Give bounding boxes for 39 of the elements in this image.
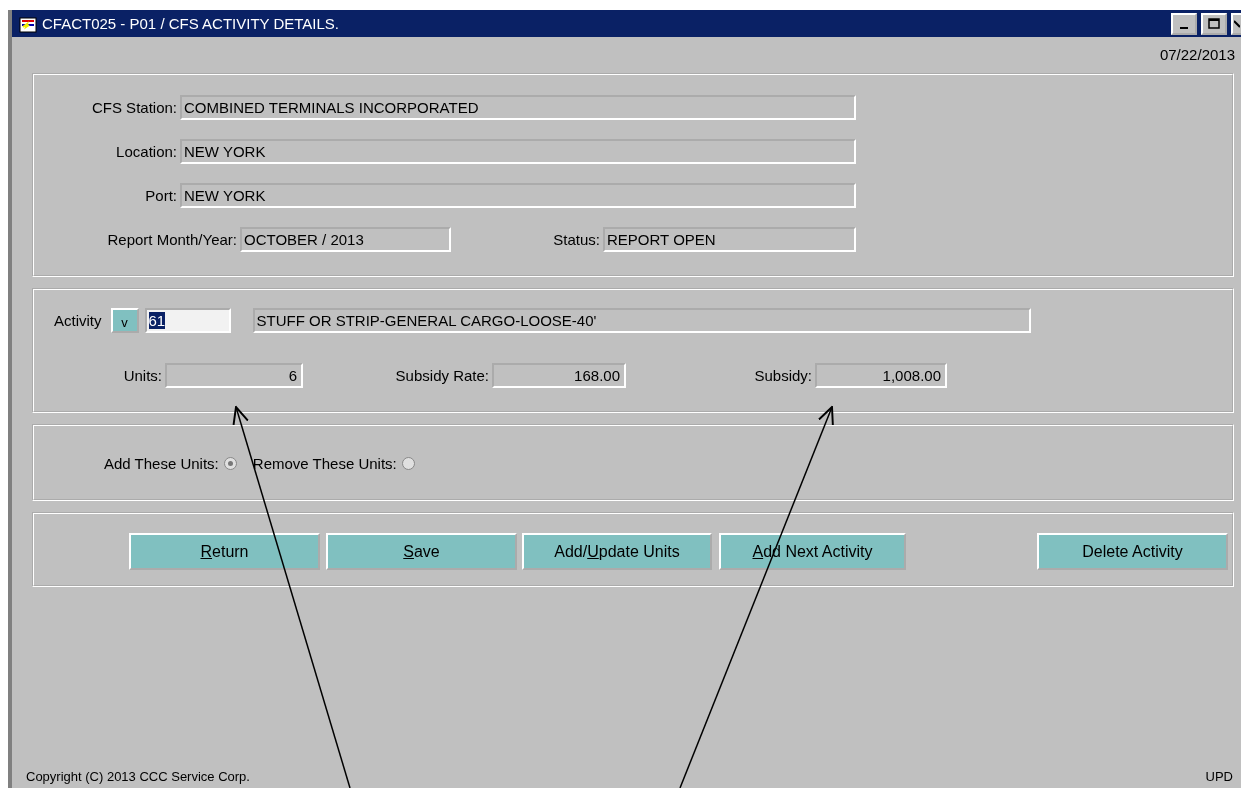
mode-text: UPD (1205, 769, 1233, 784)
minimize-icon (1180, 26, 1188, 29)
text-field[interactable]: NEW YORK (180, 183, 856, 208)
field-label: Subsidy: (753, 367, 813, 384)
action-button[interactable]: Add/Update Units (522, 533, 712, 570)
description-field[interactable]: STUFF OR STRIP-GENERAL CARGO-LOOSE-40' (252, 308, 1031, 333)
text-field[interactable]: OCTOBER / 2013 (240, 227, 451, 252)
code-field[interactable]: 61 (144, 308, 231, 333)
field-label: Location: (115, 143, 178, 160)
radio-button[interactable] (223, 457, 237, 470)
radio-button[interactable] (401, 457, 415, 470)
app-icon (18, 14, 38, 33)
rate-field[interactable]: 168.00 (492, 363, 626, 388)
action-button[interactable]: Return (129, 533, 320, 570)
radio-label: Add These Units: (104, 455, 220, 472)
action-button[interactable]: Save (326, 533, 517, 570)
field-label: Subsidy Rate: (394, 367, 490, 384)
field-label: Units: (122, 367, 163, 384)
minimize-button[interactable] (1171, 12, 1197, 35)
maximize-icon (1208, 18, 1220, 29)
text-field[interactable]: COMBINED TERMINALS INCORPORATED (180, 95, 856, 120)
field-label: Status: (552, 231, 601, 248)
units-field[interactable]: 6 (165, 363, 303, 388)
field-label: Report Month/Year: (106, 231, 238, 248)
window-title: CFACT025 - P01 / CFS ACTIVITY DETAILS. (42, 15, 341, 32)
list-button[interactable]: v (110, 308, 139, 333)
date-text: 07/22/2013 (1159, 46, 1235, 65)
radio-label: Remove These Units: (252, 455, 398, 472)
subsidy-field[interactable]: 1,008.00 (815, 363, 947, 388)
field-label: Port: (144, 187, 178, 204)
text-field[interactable]: REPORT OPEN (603, 227, 856, 252)
field-label: Activity (54, 312, 103, 329)
field-label: CFS Station: (90, 99, 178, 116)
text-field[interactable]: NEW YORK (180, 139, 856, 164)
close-icon (1234, 18, 1240, 29)
close-button[interactable] (1231, 12, 1241, 35)
copyright-text: Copyright (C) 2013 CCC Service Corp. (26, 769, 250, 784)
action-button[interactable]: Delete Activity (1037, 533, 1228, 570)
maximize-button[interactable] (1201, 12, 1227, 35)
